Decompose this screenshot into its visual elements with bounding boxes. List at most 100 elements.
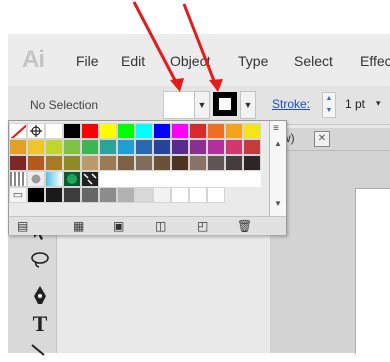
color-swatch[interactable] (171, 123, 189, 139)
swatch-row: ▭ (9, 187, 266, 203)
color-swatch[interactable] (45, 139, 63, 155)
stroke-weight-dropdown[interactable]: ▾ (376, 98, 381, 109)
color-swatch[interactable] (81, 187, 99, 203)
gradient-swatch[interactable] (45, 171, 63, 187)
color-swatch[interactable] (117, 155, 135, 171)
pattern-swatch[interactable] (81, 171, 99, 187)
color-swatch[interactable] (153, 187, 171, 203)
stepper-down-icon[interactable]: ▼ (323, 105, 335, 117)
stroke-weight-value[interactable]: 1 pt (345, 97, 365, 111)
color-swatch[interactable] (81, 123, 99, 139)
color-swatch[interactable] (99, 123, 117, 139)
swatch-libraries-icon[interactable]: ▤ (17, 218, 28, 234)
swatch-options-icon[interactable]: ▣ (113, 218, 124, 234)
color-swatch[interactable] (27, 187, 45, 203)
color-swatch[interactable] (63, 155, 81, 171)
color-swatch[interactable] (207, 123, 225, 139)
color-swatch[interactable] (27, 155, 45, 171)
swatch-scrollbar[interactable]: ≡ ▲ ▼ (269, 121, 286, 216)
fill-color-swatch[interactable] (163, 91, 195, 119)
menu-select[interactable]: Select (294, 52, 333, 70)
menu-effect[interactable]: Effect (360, 52, 390, 70)
document-tab[interactable]: w) ✕ (270, 128, 390, 151)
close-icon[interactable]: ✕ (314, 131, 330, 147)
pattern-swatch[interactable] (9, 171, 27, 187)
color-swatch[interactable] (243, 123, 261, 139)
color-swatch[interactable] (45, 123, 63, 139)
new-color-group-icon[interactable]: ◫ (155, 218, 166, 234)
color-swatch[interactable] (153, 123, 171, 139)
color-swatch[interactable] (9, 155, 27, 171)
color-swatch[interactable] (207, 155, 225, 171)
color-swatch[interactable] (45, 187, 63, 203)
registration-swatch[interactable] (27, 123, 45, 139)
color-swatch[interactable] (243, 155, 261, 171)
color-swatch[interactable] (27, 139, 45, 155)
stepper-up-icon[interactable]: ▲ (323, 93, 335, 105)
color-swatch[interactable] (99, 139, 117, 155)
folder-icon: ▭ (9, 187, 27, 203)
empty-swatch-slot (207, 171, 225, 187)
stroke-panel-link[interactable]: Stroke: (272, 97, 310, 111)
color-swatch[interactable] (171, 139, 189, 155)
scroll-down-icon[interactable]: ▼ (274, 199, 282, 208)
stroke-swatch-inner (219, 98, 231, 110)
gradient-swatch[interactable] (63, 171, 81, 187)
color-swatch[interactable] (171, 155, 189, 171)
new-swatch-icon[interactable]: ◰ (197, 218, 208, 234)
color-swatch[interactable] (9, 139, 27, 155)
pattern-swatch[interactable] (27, 171, 45, 187)
color-swatch[interactable] (99, 187, 117, 203)
menu-edit[interactable]: Edit (121, 52, 145, 70)
color-swatch[interactable] (153, 155, 171, 171)
color-swatch[interactable] (243, 139, 261, 155)
stroke-weight-stepper[interactable]: ▲ ▼ (322, 92, 336, 118)
color-swatch[interactable] (63, 187, 81, 203)
color-swatch[interactable] (153, 139, 171, 155)
stroke-color-swatch[interactable] (213, 92, 237, 116)
lasso-icon[interactable] (28, 250, 52, 274)
delete-swatch-icon[interactable]: 🗑 (237, 218, 252, 234)
color-swatch[interactable] (189, 139, 207, 155)
chevron-down-icon: ▼ (243, 100, 253, 110)
empty-swatch-slot (117, 171, 135, 187)
color-swatch[interactable] (135, 123, 153, 139)
color-swatch[interactable] (189, 123, 207, 139)
color-swatch[interactable] (81, 139, 99, 155)
color-swatch[interactable] (135, 155, 153, 171)
color-swatch[interactable] (135, 139, 153, 155)
fill-dropdown-button[interactable]: ▼ (194, 91, 210, 119)
show-kinds-icon[interactable]: ▦ (73, 218, 84, 234)
color-swatch[interactable] (63, 123, 81, 139)
line-icon[interactable] (28, 338, 52, 362)
menu-object[interactable]: Object (170, 52, 210, 70)
color-swatch[interactable] (207, 139, 225, 155)
type-icon[interactable]: T (28, 312, 52, 336)
artboard[interactable] (355, 188, 390, 354)
color-swatch[interactable] (117, 139, 135, 155)
color-swatch[interactable] (81, 155, 99, 171)
chevron-down-icon: ▼ (197, 100, 207, 110)
color-swatch[interactable] (63, 139, 81, 155)
color-swatch[interactable] (99, 155, 117, 171)
menu-type[interactable]: Type (238, 52, 268, 70)
color-swatch[interactable] (225, 123, 243, 139)
stroke-dropdown-button[interactable]: ▼ (240, 91, 256, 119)
panel-menu-icon[interactable]: ≡ (273, 123, 279, 134)
color-swatch[interactable] (207, 187, 225, 203)
color-swatch[interactable] (171, 187, 189, 203)
color-swatch[interactable] (225, 139, 243, 155)
menu-file[interactable]: File (76, 52, 99, 70)
color-swatch[interactable] (45, 155, 63, 171)
empty-swatch-slot (225, 171, 243, 187)
none-swatch[interactable] (9, 123, 27, 139)
pen-icon[interactable] (28, 284, 52, 308)
color-swatch[interactable] (117, 123, 135, 139)
scroll-up-icon[interactable]: ▲ (274, 139, 282, 148)
color-swatch[interactable] (189, 155, 207, 171)
color-swatch[interactable] (225, 155, 243, 171)
empty-swatch-slot (135, 171, 153, 187)
color-swatch[interactable] (135, 187, 153, 203)
color-swatch[interactable] (189, 187, 207, 203)
color-swatch[interactable] (117, 187, 135, 203)
